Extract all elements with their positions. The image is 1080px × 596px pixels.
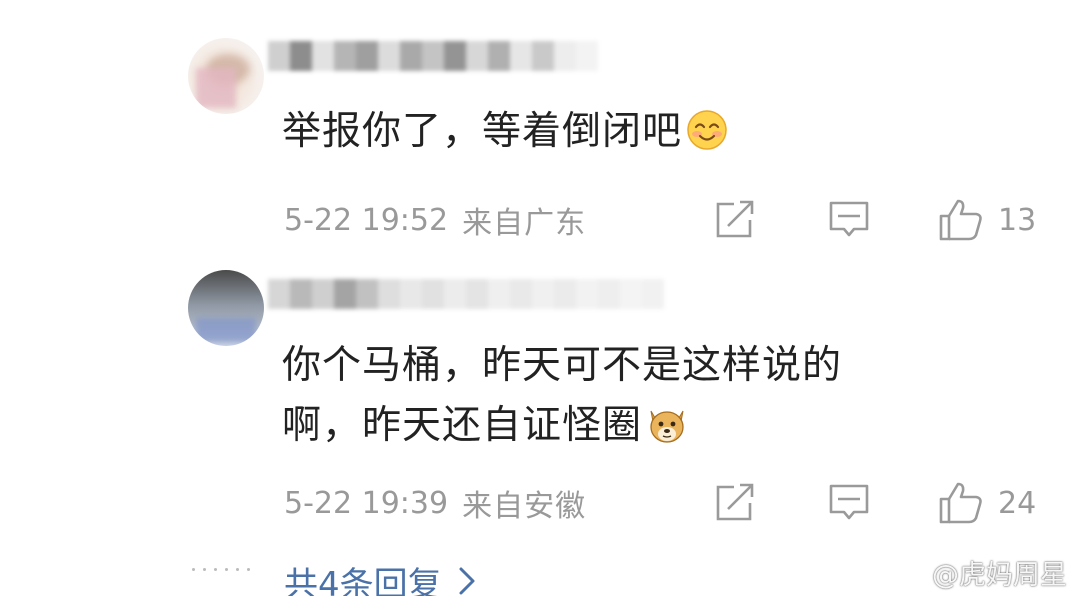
username-redacted[interactable] <box>268 272 664 316</box>
comment-thread: 举报你了，等着倒闭吧 5-22 19:52 来自广东 13 你个马桶，昨天可不是… <box>0 0 1080 596</box>
chevron-right-icon <box>459 567 475 595</box>
share-icon <box>716 200 754 238</box>
reply-button[interactable] <box>828 481 870 525</box>
like-button[interactable]: 13 <box>938 198 1036 242</box>
comment-location: 来自安徽 <box>462 489 587 524</box>
comment-meta: 5-22 19:52 来自广东 13 <box>284 198 1048 242</box>
comment-time: 5-22 19:39 <box>284 485 449 521</box>
smiling-face-emoji <box>687 109 727 150</box>
share-button[interactable] <box>714 198 756 242</box>
share-icon <box>716 483 754 521</box>
share-button[interactable] <box>714 481 756 525</box>
like-count: 24 <box>998 485 1037 521</box>
avatar[interactable] <box>188 270 264 346</box>
comment-time: 5-22 19:52 <box>284 202 449 238</box>
avatar-mosaic <box>196 318 256 342</box>
comment-icon <box>829 201 869 237</box>
thumbs-up-icon <box>939 199 982 241</box>
doge-emoji <box>650 410 684 443</box>
weibo-watermark: @虎妈周星 <box>886 552 1067 592</box>
comment-text: 举报你了，等着倒闭吧 <box>282 102 728 162</box>
thumbs-up-icon <box>939 482 982 524</box>
weibo-logo <box>886 558 925 588</box>
username-redacted[interactable] <box>268 34 598 78</box>
comment-icon <box>829 484 869 520</box>
comment-text: 你个马桶，昨天可不是这样说的 啊，昨天还自证怪圈 <box>282 343 843 448</box>
like-count: 13 <box>998 202 1037 238</box>
avatar[interactable] <box>188 38 264 114</box>
reply-button[interactable] <box>828 198 870 242</box>
comment-location: 来自广东 <box>462 206 587 241</box>
like-button[interactable]: 24 <box>938 481 1036 525</box>
view-more-replies-link[interactable]: 共4条回复 <box>284 556 476 596</box>
avatar-mosaic <box>196 68 236 108</box>
thread-dots <box>192 568 250 571</box>
comment-meta: 5-22 19:39 来自安徽 24 <box>284 481 1048 525</box>
